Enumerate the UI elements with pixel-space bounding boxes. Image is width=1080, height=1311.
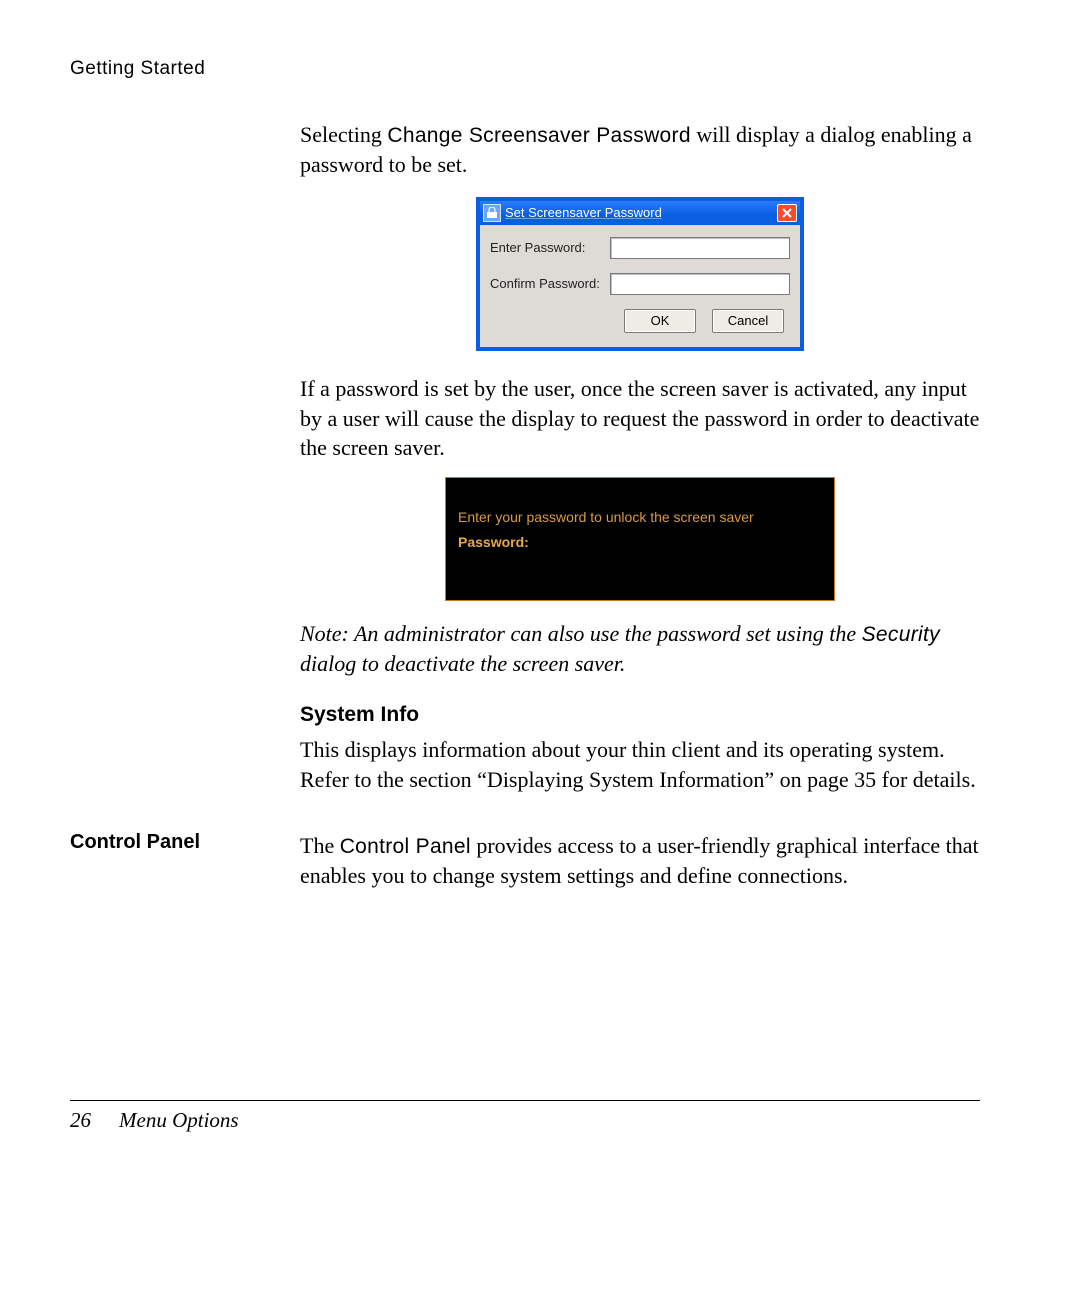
page-number: 26 <box>70 1108 91 1132</box>
note-text: Note: An administrator can also use the … <box>300 619 980 679</box>
footer-rule <box>70 1100 980 1101</box>
text-run: The <box>300 833 340 858</box>
lock-instruction: Enter your password to unlock the screen… <box>458 508 822 527</box>
confirm-password-input[interactable] <box>610 273 790 295</box>
cancel-button[interactable]: Cancel <box>712 309 784 333</box>
side-heading-control-panel: Control Panel <box>70 831 300 901</box>
dialog-title: Set Screensaver Password <box>505 204 777 222</box>
ui-term: Control Panel <box>340 835 471 858</box>
page-header: Getting Started <box>70 58 980 80</box>
dialog-set-password: Set Screensaver Password Enter Password:… <box>477 198 803 350</box>
footer-section: Menu Options <box>119 1108 239 1132</box>
ok-button[interactable]: OK <box>624 309 696 333</box>
paragraph-behavior: If a password is set by the user, once t… <box>300 374 980 463</box>
confirm-password-label: Confirm Password: <box>490 275 610 293</box>
page-footer: 26 Menu Options <box>70 1108 239 1133</box>
text-run: Selecting <box>300 122 387 147</box>
enter-password-input[interactable] <box>610 237 790 259</box>
ui-term: Change Screensaver Password <box>387 124 690 147</box>
text-run: Note: An administrator can also use the … <box>300 621 862 646</box>
paragraph-intro: Selecting Change Screensaver Password wi… <box>300 120 980 180</box>
app-icon <box>483 204 501 222</box>
heading-system-info: System Info <box>300 701 980 729</box>
enter-password-label: Enter Password: <box>490 239 610 257</box>
close-icon[interactable] <box>777 204 797 222</box>
ui-term: Security <box>862 623 940 646</box>
lock-password-label: Password: <box>458 533 822 552</box>
paragraph-control-panel: The Control Panel provides access to a u… <box>300 831 980 891</box>
lock-screen-preview: Enter your password to unlock the screen… <box>445 477 835 601</box>
text-run: dialog to deactivate the screen saver. <box>300 651 625 676</box>
paragraph-system-info: This displays information about your thi… <box>300 735 980 794</box>
dialog-titlebar: Set Screensaver Password <box>480 201 800 225</box>
